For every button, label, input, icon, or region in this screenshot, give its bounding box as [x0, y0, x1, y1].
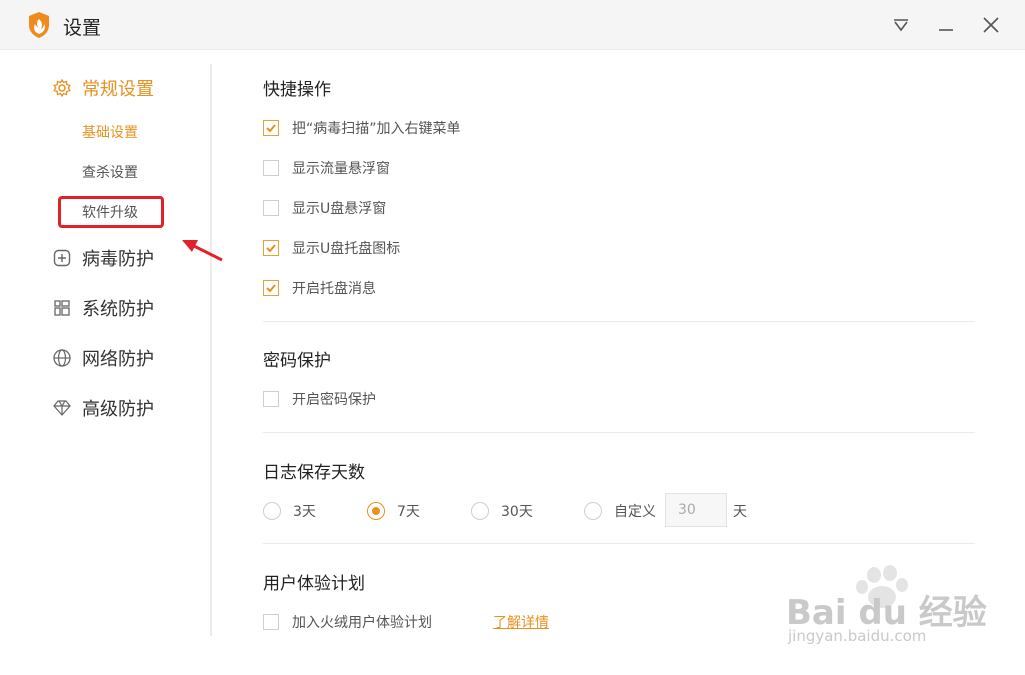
custom-days-input[interactable] — [665, 493, 727, 527]
diamond-icon — [52, 398, 72, 418]
watermark-domain: jingyan.baidu.com — [788, 627, 927, 645]
section-title-password: 密码保护 — [263, 351, 331, 371]
option-row[interactable]: 显示U盘托盘图标 — [263, 238, 400, 258]
menu-dropdown-button[interactable] — [890, 14, 912, 36]
sidebar-item-label: 常规设置 — [82, 79, 154, 100]
option-label: 把“病毒扫描”加入右键菜单 — [292, 121, 461, 137]
app-logo-icon — [27, 11, 51, 39]
window-title: 设置 — [63, 17, 102, 39]
sidebar-item-network[interactable]: 网络防护 — [52, 344, 154, 372]
sidebar-item-label: 网络防护 — [82, 349, 154, 370]
checkbox[interactable] — [263, 614, 279, 630]
sidebar-item-system[interactable]: 系统防护 — [52, 294, 154, 322]
radio-option[interactable]: 自定义 — [584, 499, 656, 523]
option-label: 显示流量悬浮窗 — [292, 161, 390, 177]
checkbox[interactable] — [263, 280, 279, 296]
section-divider — [263, 321, 975, 322]
days-unit-label: 天 — [733, 504, 747, 520]
section-title-quick-ops: 快捷操作 — [263, 80, 331, 100]
radio-button[interactable] — [584, 502, 602, 520]
radio-label: 自定义 — [614, 504, 656, 520]
radio-option[interactable]: 3天 — [263, 499, 316, 523]
plus-box-icon — [52, 248, 72, 268]
title-bar: 设置 — [0, 0, 1025, 50]
annotation-highlight-box — [58, 196, 164, 228]
sidebar-item-label: 系统防护 — [82, 299, 154, 320]
option-label: 显示U盘悬浮窗 — [292, 201, 387, 217]
section-title-log-days: 日志保存天数 — [263, 463, 365, 483]
option-row[interactable]: 显示流量悬浮窗 — [263, 158, 390, 178]
section-divider — [263, 543, 975, 544]
radio-button[interactable] — [471, 502, 489, 520]
option-row[interactable]: 加入火绒用户体验计划 — [263, 612, 432, 632]
option-row[interactable]: 把“病毒扫描”加入右键菜单 — [263, 118, 461, 138]
option-label: 开启托盘消息 — [292, 281, 376, 297]
sidebar-item-virus[interactable]: 病毒防护 — [52, 244, 154, 272]
radio-option[interactable]: 30天 — [471, 499, 533, 523]
sidebar-item-label: 高级防护 — [82, 399, 154, 420]
windows-icon — [52, 298, 72, 318]
minimize-button[interactable] — [935, 14, 957, 36]
close-button[interactable] — [980, 14, 1002, 36]
option-row[interactable]: 开启托盘消息 — [263, 278, 376, 298]
radio-label: 30天 — [501, 504, 533, 520]
option-label: 加入火绒用户体验计划 — [292, 615, 432, 631]
option-row[interactable]: 显示U盘悬浮窗 — [263, 198, 386, 218]
radio-button[interactable] — [367, 502, 385, 520]
section-divider — [263, 432, 975, 433]
globe-icon — [52, 348, 72, 368]
option-label: 显示U盘托盘图标 — [292, 241, 401, 257]
radio-option[interactable]: 7天 — [367, 499, 420, 523]
option-row[interactable]: 开启密码保护 — [263, 389, 376, 409]
sidebar-subitem-scan[interactable]: 查杀设置 — [82, 163, 138, 183]
radio-label: 7天 — [397, 504, 420, 520]
checkbox[interactable] — [263, 240, 279, 256]
checkbox[interactable] — [263, 160, 279, 176]
sidebar-item-label: 病毒防护 — [82, 249, 154, 270]
annotation-arrow-icon — [176, 232, 226, 266]
sidebar-subitem-basic[interactable]: 基础设置 — [82, 123, 138, 143]
sidebar-divider — [210, 64, 212, 636]
learn-more-link[interactable]: 了解详情 — [493, 612, 549, 632]
checkbox[interactable] — [263, 200, 279, 216]
radio-button[interactable] — [263, 502, 281, 520]
checkbox[interactable] — [263, 391, 279, 407]
option-label: 开启密码保护 — [292, 392, 376, 408]
sidebar-item-advanced[interactable]: 高级防护 — [52, 394, 154, 422]
section-title-ux-plan: 用户体验计划 — [263, 574, 365, 594]
radio-label: 3天 — [293, 504, 316, 520]
checkbox[interactable] — [263, 120, 279, 136]
gear-icon — [52, 78, 72, 98]
sidebar-item-general[interactable]: 常规设置 — [52, 74, 154, 102]
